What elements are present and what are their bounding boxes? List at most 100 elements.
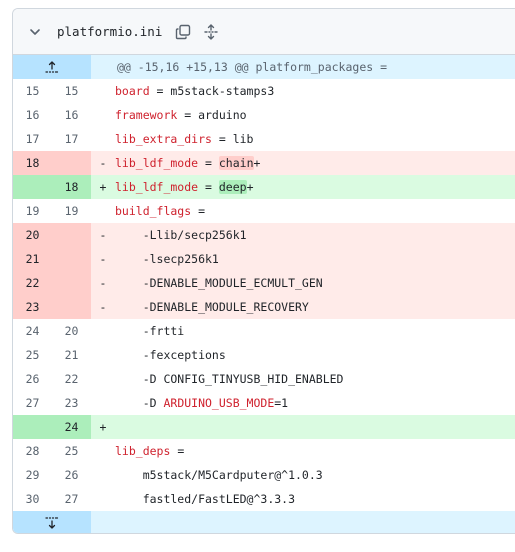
new-line-number[interactable]: 22 <box>52 367 91 391</box>
code-text: = m5stack-stamps3 <box>149 84 275 98</box>
code-text: -D <box>115 396 164 410</box>
code-text: = <box>170 444 185 458</box>
new-line-number[interactable]: 27 <box>52 487 91 511</box>
config-key: lib_deps <box>115 444 171 458</box>
macro-keyword: ARDUINO_USB_MODE <box>163 396 275 410</box>
diff-sign <box>91 127 115 151</box>
diff-line-ctx: 17 17 lib_extra_dirs = lib <box>13 127 515 151</box>
old-line-number[interactable] <box>13 415 52 439</box>
config-key: lib_ldf_mode <box>115 180 199 194</box>
new-line-number[interactable]: 18 <box>52 175 91 199</box>
new-line-number[interactable] <box>52 295 91 319</box>
old-line-number[interactable]: 29 <box>13 463 52 487</box>
code-text: + <box>246 180 254 194</box>
old-line-number[interactable]: 30 <box>13 487 52 511</box>
changed-word: chain <box>218 156 254 170</box>
old-line-number[interactable]: 19 <box>13 199 52 223</box>
code-line: build_flags = <box>115 199 515 223</box>
expand-up-icon[interactable] <box>13 55 91 79</box>
diff-sign <box>91 319 115 343</box>
diff-sign <box>91 391 115 415</box>
config-key: lib_ldf_mode <box>115 156 199 170</box>
diff-line-del: 20 - -Llib/secp256k1 <box>13 223 515 247</box>
hunk-info: @@ -15,16 +15,13 @@ platform_packages = <box>117 60 388 74</box>
old-line-number[interactable]: 27 <box>13 391 52 415</box>
old-line-number[interactable]: 26 <box>13 367 52 391</box>
diff-line-del: 22 - -DENABLE_MODULE_ECMULT_GEN <box>13 271 515 295</box>
chevron-down-icon[interactable] <box>27 24 43 40</box>
file-header: platformio.ini <box>13 9 515 55</box>
config-key: framework <box>115 108 178 122</box>
code-text: fastled/FastLED@^3.3.3 <box>115 492 296 506</box>
new-line-number[interactable]: 16 <box>52 103 91 127</box>
new-line-number[interactable]: 15 <box>52 79 91 103</box>
file-name[interactable]: platformio.ini <box>57 24 162 39</box>
code-line: lib_extra_dirs = lib <box>115 127 515 151</box>
new-line-number[interactable] <box>52 271 91 295</box>
code-line: framework = arduino <box>115 103 515 127</box>
code-text: = <box>198 180 219 194</box>
new-line-number[interactable]: 21 <box>52 343 91 367</box>
new-line-number[interactable] <box>52 223 91 247</box>
diff-line-ctx: 15 15 board = m5stack-stamps3 <box>13 79 515 103</box>
code-line: lib_ldf_mode = chain+ <box>115 151 515 175</box>
code-line: -D ARDUINO_USB_MODE=1 <box>115 391 515 415</box>
config-key: build_flags <box>115 204 192 218</box>
code-text: -D CONFIG_TINYUSB_HID_ENABLED <box>115 372 344 386</box>
code-line: -frtti <box>115 319 515 343</box>
diff-sign <box>91 103 115 127</box>
new-line-number[interactable]: 20 <box>52 319 91 343</box>
diff-line-ctx: 30 27 fastled/FastLED@^3.3.3 <box>13 487 515 511</box>
new-line-number[interactable]: 23 <box>52 391 91 415</box>
old-line-number[interactable]: 24 <box>13 319 52 343</box>
code-line: board = m5stack-stamps3 <box>115 79 515 103</box>
code-line: fastled/FastLED@^3.3.3 <box>115 487 515 511</box>
code-text: = lib <box>211 132 254 146</box>
diff-sign: - <box>91 151 115 175</box>
code-text: = arduino <box>177 108 247 122</box>
old-line-number[interactable] <box>13 175 52 199</box>
old-line-number[interactable]: 23 <box>13 295 52 319</box>
new-line-number[interactable]: 26 <box>52 463 91 487</box>
diff-sign <box>91 463 115 487</box>
diff-line-add: 24 + <box>13 415 515 439</box>
old-line-number[interactable]: 28 <box>13 439 52 463</box>
diff-line-ctx: 26 22 -D CONFIG_TINYUSB_HID_ENABLED <box>13 367 515 391</box>
code-text: -fexceptions <box>115 348 226 362</box>
diff-line-ctx: 27 23 -D ARDUINO_USB_MODE=1 <box>13 391 515 415</box>
code-line: -DENABLE_MODULE_RECOVERY <box>115 295 515 319</box>
new-line-number[interactable]: 24 <box>52 415 91 439</box>
diff-sign <box>91 487 115 511</box>
diff-sign: - <box>91 223 115 247</box>
diff-sign <box>91 79 115 103</box>
code-line: lib_ldf_mode = deep+ <box>115 175 515 199</box>
config-key: board <box>115 84 150 98</box>
new-line-number[interactable] <box>52 151 91 175</box>
code-text: = <box>191 204 206 218</box>
diff-line-ctx: 16 16 framework = arduino <box>13 103 515 127</box>
old-line-number[interactable]: 22 <box>13 271 52 295</box>
diff-sign: + <box>91 415 115 439</box>
new-line-number[interactable] <box>52 247 91 271</box>
diff-line-ctx: 28 25 lib_deps = <box>13 439 515 463</box>
code-text: -frtti <box>115 324 185 338</box>
code-line: -fexceptions <box>115 343 515 367</box>
old-line-number[interactable]: 18 <box>13 151 52 175</box>
new-line-number[interactable]: 25 <box>52 439 91 463</box>
code-line: -D CONFIG_TINYUSB_HID_ENABLED <box>115 367 515 391</box>
old-line-number[interactable]: 25 <box>13 343 52 367</box>
code-line: -Llib/secp256k1 <box>115 223 515 247</box>
old-line-number[interactable]: 15 <box>13 79 52 103</box>
code-text: -Llib/secp256k1 <box>115 228 247 242</box>
expand-down-icon[interactable] <box>13 511 91 533</box>
old-line-number[interactable]: 20 <box>13 223 52 247</box>
old-line-number[interactable]: 17 <box>13 127 52 151</box>
new-line-number[interactable]: 17 <box>52 127 91 151</box>
copy-icon[interactable] <box>172 21 194 43</box>
old-line-number[interactable]: 16 <box>13 103 52 127</box>
unfold-icon[interactable] <box>200 21 222 43</box>
code-text: -DENABLE_MODULE_ECMULT_GEN <box>115 276 323 290</box>
new-line-number[interactable]: 19 <box>52 199 91 223</box>
old-line-number[interactable]: 21 <box>13 247 52 271</box>
diff-line-ctx: 19 19 build_flags = <box>13 199 515 223</box>
